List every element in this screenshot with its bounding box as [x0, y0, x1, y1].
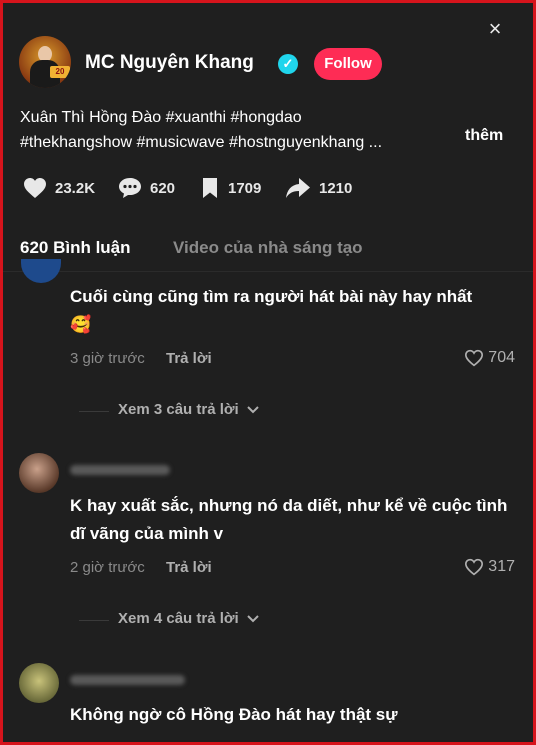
- heart-icon: [24, 178, 46, 198]
- comment-timestamp: 3 giờ trước: [70, 350, 145, 367]
- tabs-divider: [3, 271, 533, 272]
- comment-text: Cuối cùng cũng tìm ra người hát bài này …: [70, 283, 510, 339]
- commenter-name[interactable]: [70, 465, 170, 475]
- reply-button[interactable]: Trả lời: [166, 559, 212, 576]
- comment-text: K hay xuất sắc, nhưng nó da diết, như kể…: [70, 496, 508, 543]
- comment-timestamp: 2 giờ trước: [70, 559, 145, 576]
- like-count: 23.2K: [55, 179, 96, 197]
- close-icon[interactable]: ×: [483, 17, 507, 41]
- video-caption: Xuân Thì Hồng Đào #xuanthi #hongdao #the…: [20, 105, 440, 155]
- commenter-avatar[interactable]: [19, 453, 59, 493]
- tab-creator-videos[interactable]: Video của nhà sáng tạo: [173, 238, 363, 258]
- comment-icon: [119, 178, 141, 198]
- caption-line-2: #thekhangshow #musicwave #hostnguyenkhan…: [20, 134, 383, 151]
- comment-text: Không ngờ cô Hồng Đào hát hay thật sự: [70, 705, 398, 724]
- reply-button[interactable]: Trả lời: [166, 350, 212, 367]
- comment-count: 620: [150, 179, 176, 197]
- commenter-avatar[interactable]: [21, 259, 61, 283]
- comment-like-button[interactable]: 317: [464, 558, 515, 576]
- view-replies-button[interactable]: Xem 4 câu trả lời: [118, 610, 261, 627]
- commenter-name[interactable]: [70, 675, 185, 685]
- comment-text-line: Cuối cùng cũng tìm ra người hát bài này …: [70, 287, 473, 306]
- avatar-badge: 20: [50, 66, 70, 78]
- commenter-avatar[interactable]: [19, 663, 59, 703]
- share-count: 1210: [319, 179, 353, 197]
- view-replies-label: Xem 4 câu trả lời: [118, 610, 239, 627]
- tab-comments[interactable]: 620 Bình luận: [20, 238, 131, 258]
- save-count: 1709: [228, 179, 262, 197]
- video-detail-panel: × 20 MC Nguyên Khang ✓ Follow Xuân Thì H…: [0, 0, 536, 745]
- author-name[interactable]: MC Nguyên Khang: [85, 52, 254, 74]
- replies-divider: [79, 411, 109, 412]
- heart-icon: [465, 558, 484, 576]
- view-replies-label: Xem 3 câu trả lời: [118, 401, 239, 418]
- comment-like-count: 317: [488, 558, 515, 575]
- like-stat[interactable]: 23.2K: [23, 176, 95, 200]
- follow-button[interactable]: Follow: [314, 48, 382, 80]
- replies-divider: [79, 620, 109, 621]
- comment-stat[interactable]: 620: [118, 176, 175, 200]
- chevron-down-icon: [247, 405, 259, 413]
- share-icon: [286, 178, 310, 198]
- save-stat[interactable]: 1709: [200, 176, 261, 200]
- comment-like-button[interactable]: 704: [464, 349, 515, 367]
- bookmark-icon: [203, 178, 217, 198]
- view-replies-button[interactable]: Xem 3 câu trả lời: [118, 401, 261, 418]
- heart-icon: [465, 349, 484, 367]
- caption-line-1: Xuân Thì Hồng Đào #xuanthi #hongdao: [20, 109, 302, 126]
- comment-like-count: 704: [488, 349, 515, 366]
- verified-icon: ✓: [278, 54, 298, 74]
- chevron-down-icon: [247, 614, 259, 622]
- more-button[interactable]: thêm: [465, 127, 503, 145]
- comment-emoji: 🥰: [70, 315, 92, 334]
- share-stat[interactable]: 1210: [285, 176, 352, 200]
- author-avatar[interactable]: 20: [19, 36, 71, 88]
